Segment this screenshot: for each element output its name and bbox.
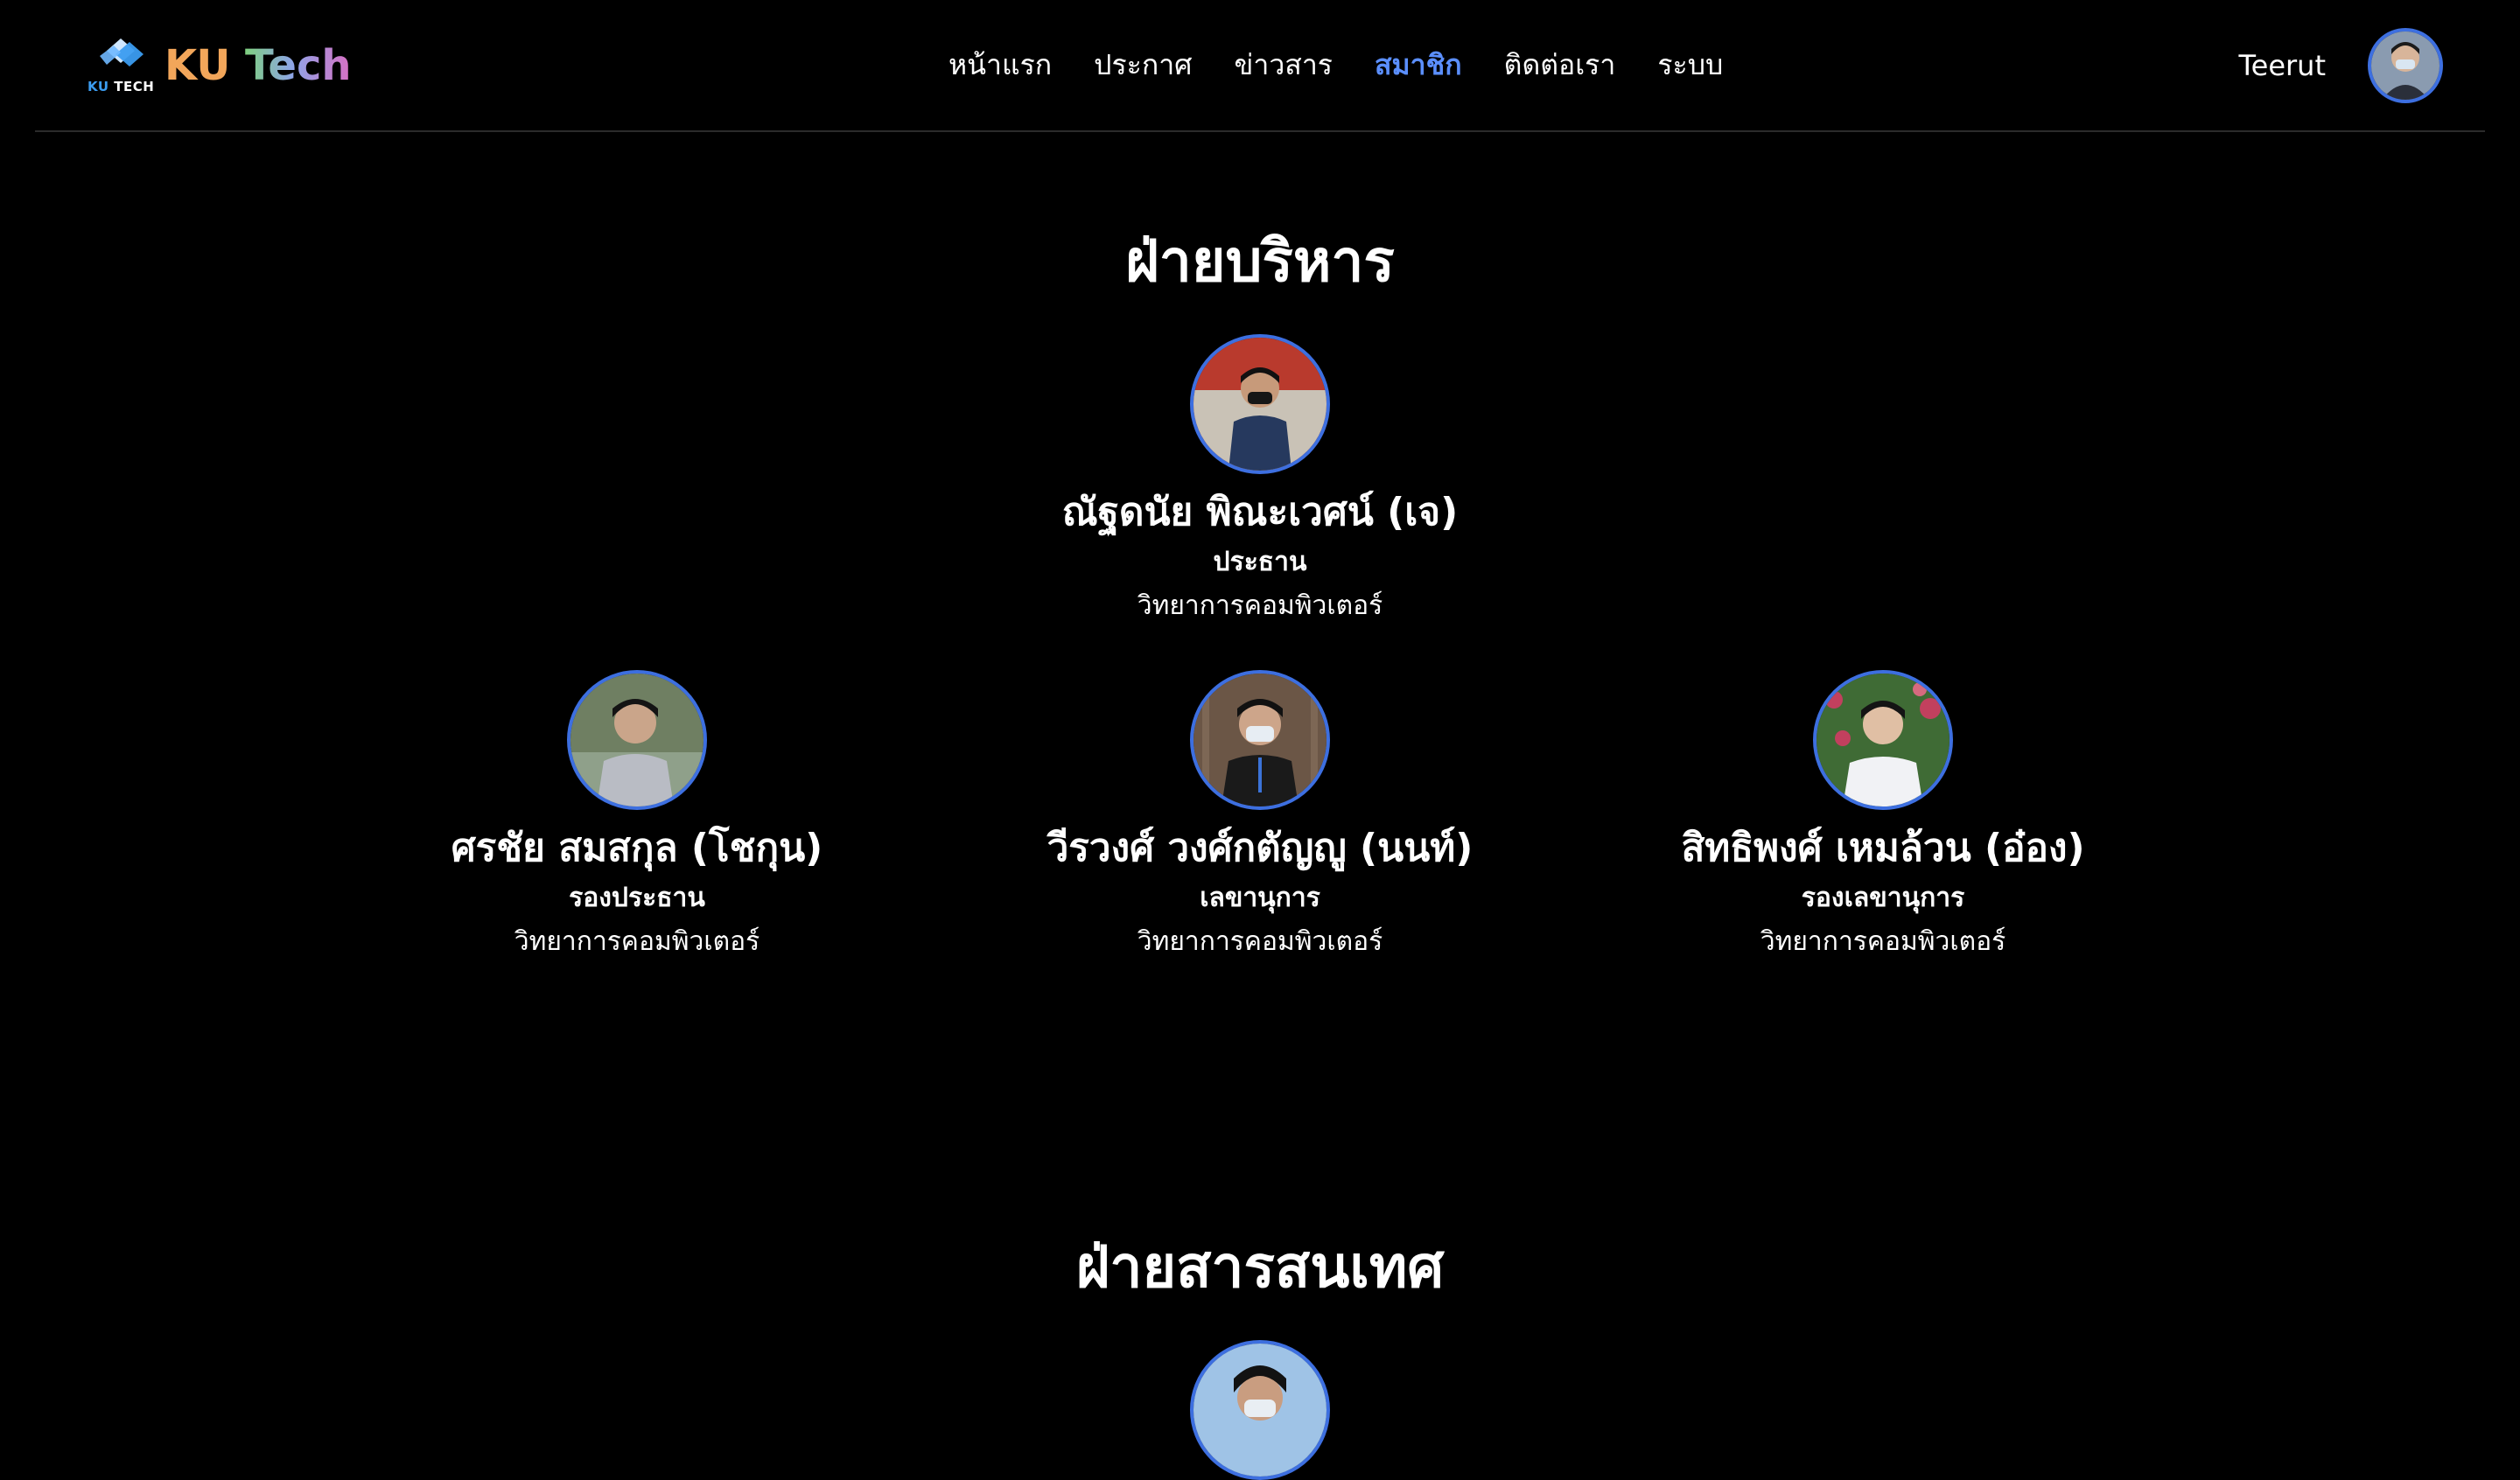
member-department: วิทยาการคอมพิวเตอร์ (1137, 590, 1383, 621)
member-card: สิทธิพงศ์ เหมล้วน (อ๋อง) รองเลขานุการ วิ… (1577, 670, 2189, 964)
brand-mark-icon: KU TECH (88, 35, 156, 96)
member-name: วีรวงศ์ วงศ์กตัญญู (นนท์) (1046, 826, 1474, 870)
member-role: รองเลขานุการ (1801, 883, 1965, 913)
member-photo (567, 670, 707, 810)
member-card (954, 1340, 1566, 1480)
member-department: วิทยาการคอมพิวเตอร์ (1137, 926, 1383, 957)
member-card: ศรชัย สมสกุล (โชกุน) รองประธาน วิทยาการค… (331, 670, 943, 964)
nav-link-news[interactable]: ข่าวสาร (1213, 43, 1354, 87)
section-title-information: ฝ่ายสารสนเทศ (1075, 1233, 1445, 1301)
member-photo (1190, 1340, 1330, 1480)
nav-link-members[interactable]: สมาชิก (1354, 43, 1483, 87)
nav-link-contact[interactable]: ติดต่อเรา (1483, 43, 1637, 87)
member-name: ศรชัย สมสกุล (โชกุน) (451, 826, 823, 870)
nav-link-home[interactable]: หน้าแรก (928, 43, 1073, 87)
brand-mark-text: KU TECH (88, 79, 155, 94)
member-card: ณัฐดนัย พิณะเวศน์ (เจ) ประธาน วิทยาการคอ… (954, 334, 1566, 628)
brand-name: KU Tech (164, 41, 352, 90)
brand-name-word2: Tech (245, 41, 352, 90)
member-role: รองประธาน (569, 883, 705, 913)
user-avatar[interactable] (2368, 28, 2443, 103)
user-menu: Teerut (2239, 28, 2443, 103)
member-name: ณัฐดนัย พิณะเวศน์ (เจ) (1061, 490, 1459, 534)
brand-name-word1: KU (164, 41, 231, 90)
member-card: วีรวงศ์ วงศ์กตัญญู (นนท์) เลขานุการ วิทย… (954, 670, 1566, 964)
brand-logo-link[interactable]: KU TECH KU Tech (88, 35, 352, 96)
member-photo (1813, 670, 1953, 810)
member-photo (1190, 334, 1330, 474)
member-photo (1190, 670, 1330, 810)
user-name[interactable]: Teerut (2239, 49, 2326, 82)
member-department: วิทยาการคอมพิวเตอร์ (514, 926, 760, 957)
nav-link-system[interactable]: ระบบ (1636, 43, 1744, 87)
main-nav: หน้าแรก ประกาศ ข่าวสาร สมาชิก ติดต่อเรา … (928, 40, 1744, 89)
top-navbar: KU TECH KU Tech หน้าแรก ประกาศ ข่าวสาร ส… (35, 0, 2485, 132)
section-title-executive: ฝ่ายบริหาร (1125, 227, 1395, 295)
nav-link-announcements[interactable]: ประกาศ (1073, 43, 1213, 87)
member-name: สิทธิพงศ์ เหมล้วน (อ๋อง) (1681, 826, 2085, 870)
member-role: เลขานุการ (1200, 883, 1320, 913)
member-department: วิทยาการคอมพิวเตอร์ (1760, 926, 2006, 957)
member-role: ประธาน (1213, 547, 1307, 577)
